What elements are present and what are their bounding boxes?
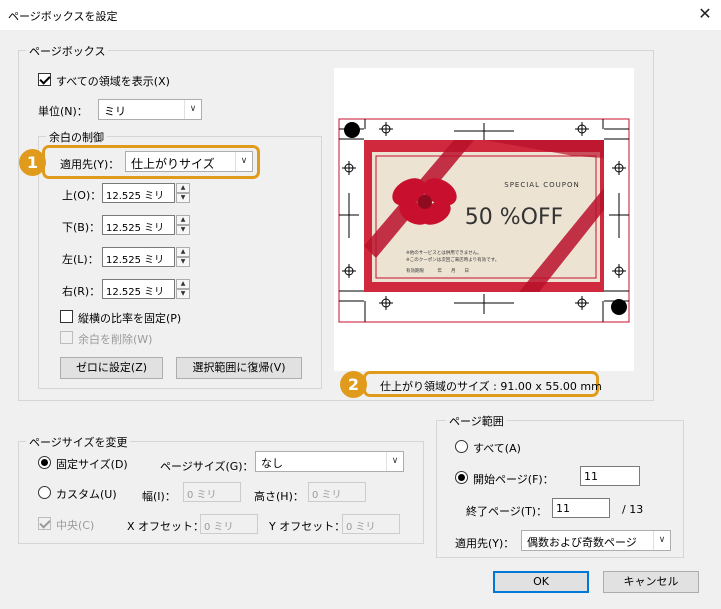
center-label: 中央(C) xyxy=(56,519,95,532)
arrow-up-icon[interactable]: ▲ xyxy=(176,183,190,193)
callout-2-badge: 2 xyxy=(340,371,367,398)
height-label: 高さ(H)： xyxy=(254,490,304,503)
page-box-group-label: ページボックス xyxy=(26,43,109,59)
fixed-size-radio[interactable] xyxy=(38,456,51,469)
chevron-down-icon: ∨ xyxy=(653,531,670,550)
constrain-proportions-label: 縦横の比率を固定(P) xyxy=(78,312,182,325)
x-offset-label: X オフセット： xyxy=(127,520,205,533)
end-page-input[interactable]: 11 xyxy=(552,498,610,518)
remove-white-margins-checkbox[interactable] xyxy=(60,331,73,344)
coupon-value: 50 %OFF xyxy=(465,205,564,230)
corner-dot-top-left xyxy=(344,122,360,138)
height-input[interactable]: 0 ミリ xyxy=(308,482,366,502)
show-all-label: すべての領域を表示(X) xyxy=(56,75,170,88)
arrow-down-icon[interactable]: ▼ xyxy=(176,257,190,267)
chevron-down-icon: ∨ xyxy=(184,100,201,119)
end-page-label: 終了ページ(T)： xyxy=(466,505,548,518)
page-range-group-label: ページ範囲 xyxy=(446,413,507,429)
page-range-apply-label: 適用先(Y)： xyxy=(455,537,515,550)
right-margin-stepper[interactable]: ▲ ▼ xyxy=(176,279,190,299)
center-checkbox[interactable] xyxy=(38,517,51,530)
y-offset-label: Y オフセット： xyxy=(269,520,346,533)
window-title: ページボックスを設定 xyxy=(8,10,118,23)
start-page-radio[interactable] xyxy=(455,471,468,484)
apply-to-select-value: 仕上がりサイズ xyxy=(131,157,215,171)
all-pages-radio[interactable] xyxy=(455,440,468,453)
coupon-title: SPECIAL COUPON xyxy=(504,181,579,189)
coupon-fine-print-1: ※他のサービスとは併用できません。 xyxy=(406,249,482,256)
bottom-margin-stepper[interactable]: ▲ ▼ xyxy=(176,215,190,235)
revert-to-selection-button[interactable]: 選択範囲に復帰(V) xyxy=(176,357,302,379)
left-margin-input[interactable]: 12.525 ミリ xyxy=(102,247,175,267)
arrow-up-icon[interactable]: ▲ xyxy=(176,247,190,257)
arrow-down-icon[interactable]: ▼ xyxy=(176,289,190,299)
arrow-down-icon[interactable]: ▼ xyxy=(176,225,190,235)
unit-label: 単位(N)： xyxy=(38,105,88,118)
start-page-label: 開始ページ(F)： xyxy=(473,473,554,486)
bottom-margin-input[interactable]: 12.525 ミリ xyxy=(102,215,175,235)
page-range-apply-value: 偶数および奇数ページ xyxy=(527,536,637,549)
width-input[interactable]: 0 ミリ xyxy=(183,482,241,502)
margins-group-label: 余白の制御 xyxy=(46,129,107,145)
right-margin-input[interactable]: 12.525 ミリ xyxy=(102,279,175,299)
top-margin-input[interactable]: 12.525 ミリ xyxy=(102,183,175,203)
left-label: 左(L)： xyxy=(62,253,99,266)
y-offset-input[interactable]: 0 ミリ xyxy=(342,514,400,534)
set-to-zero-button[interactable]: ゼロに設定(Z) xyxy=(60,357,163,379)
constrain-proportions-checkbox[interactable] xyxy=(60,310,73,323)
total-pages-text: / 13 xyxy=(622,503,644,516)
fixed-size-label: 固定サイズ(D) xyxy=(56,458,128,471)
x-offset-input[interactable]: 0 ミリ xyxy=(200,514,258,534)
arrow-down-icon[interactable]: ▼ xyxy=(176,193,190,203)
apply-to-label: 適用先(Y)： xyxy=(60,158,120,171)
page-size-label: ページサイズ(G)： xyxy=(160,460,254,473)
chevron-down-icon: ∨ xyxy=(235,152,252,171)
top-margin-stepper[interactable]: ▲ ▼ xyxy=(176,183,190,203)
width-label: 幅(I)： xyxy=(142,490,176,503)
coupon-date-row: 有効期限 年 月 日 xyxy=(406,267,469,274)
close-icon[interactable]: ✕ xyxy=(693,2,717,26)
left-margin-stepper[interactable]: ▲ ▼ xyxy=(176,247,190,267)
bottom-label: 下(B)： xyxy=(62,221,101,234)
title-bar: ページボックスを設定 ✕ xyxy=(0,0,721,30)
top-label: 上(O)： xyxy=(62,189,102,202)
page-size-group-label: ページサイズを変更 xyxy=(26,434,131,450)
unit-select-value: ミリ xyxy=(104,105,126,118)
custom-size-radio[interactable] xyxy=(38,486,51,499)
start-page-input[interactable]: 11 xyxy=(580,466,640,486)
right-label: 右(R)： xyxy=(62,285,101,298)
arrow-up-icon[interactable]: ▲ xyxy=(176,215,190,225)
chevron-down-icon: ∨ xyxy=(386,452,403,471)
apply-to-select[interactable]: 仕上がりサイズ ∨ xyxy=(125,151,253,172)
trim-size-caption: 仕上がり領域のサイズ : 91.00 x 55.00 mm xyxy=(380,380,602,393)
page-size-select[interactable]: なし ∨ xyxy=(255,451,404,472)
coupon-preview-graphic: SPECIAL COUPON 50 %OFF ※他のサービスとは併用できません。… xyxy=(338,118,630,323)
callout-1-badge: 1 xyxy=(19,149,46,176)
page-range-apply-select[interactable]: 偶数および奇数ページ ∨ xyxy=(521,530,671,551)
show-all-checkbox[interactable] xyxy=(38,73,51,86)
corner-dot-bottom-right xyxy=(611,299,627,315)
coupon-fine-print-2: ※このクーポンは次回ご来店時より有効です。 xyxy=(406,256,499,263)
remove-white-margins-label: 余白を削除(W) xyxy=(78,333,153,346)
all-pages-label: すべて(A) xyxy=(473,442,521,455)
cancel-button[interactable]: キャンセル xyxy=(603,571,699,593)
unit-select[interactable]: ミリ ∨ xyxy=(98,99,202,120)
arrow-up-icon[interactable]: ▲ xyxy=(176,279,190,289)
custom-size-label: カスタム(U) xyxy=(56,488,117,501)
page-preview: SPECIAL COUPON 50 %OFF ※他のサービスとは併用できません。… xyxy=(334,68,634,371)
ok-button[interactable]: OK xyxy=(493,571,589,593)
page-size-select-value: なし xyxy=(261,457,283,470)
